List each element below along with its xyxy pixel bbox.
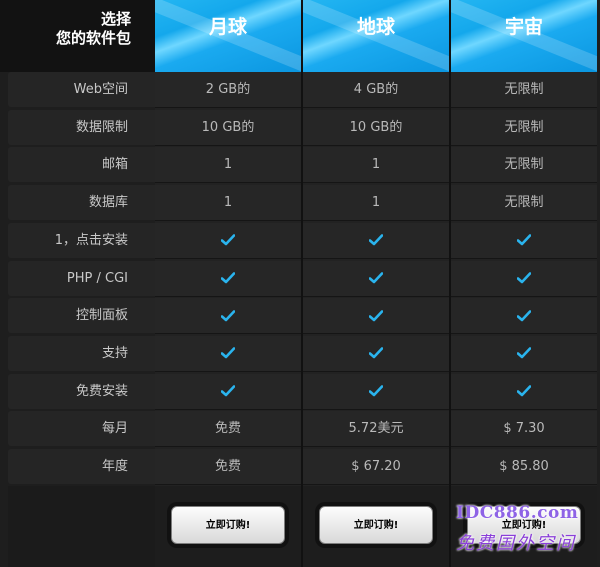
cell-moon: 免费 <box>155 449 301 485</box>
column-divider <box>301 0 303 567</box>
table-row: 数据库 1 1 无限制 <box>0 185 600 222</box>
plan-name: 宇宙 <box>504 16 543 38</box>
table-row: Web空间 2 GB的 4 GB的 无限制 <box>0 72 600 109</box>
table-row: 每月 免费 5.72美元 $ 7.30 <box>0 411 600 448</box>
plan-header-moon: 月球 <box>155 0 301 72</box>
cell-earth: 1 <box>303 185 449 222</box>
table-row: 年度 免费 $ 67.20 $ 85.80 <box>0 449 600 486</box>
checkmark-icon <box>221 385 235 397</box>
checkmark-icon <box>369 234 383 246</box>
cell-moon <box>155 260 301 297</box>
checkmark-icon <box>221 309 235 321</box>
cell-earth <box>303 335 449 372</box>
table-row: PHP / CGI <box>0 260 600 298</box>
table-heading: 选择 您的软件包 <box>0 0 155 72</box>
cell-universe <box>451 298 597 335</box>
feature-label: 每月 <box>8 411 155 447</box>
checkmark-icon <box>369 347 383 359</box>
cell-moon: 免费 <box>155 411 301 448</box>
table-row: 数据限制 10 GB的 10 GB的 无限制 <box>0 109 600 147</box>
cell-universe: 无限制 <box>451 185 597 222</box>
feature-label: 支持 <box>8 335 155 371</box>
cell-moon <box>155 298 301 335</box>
checkmark-icon <box>517 309 531 321</box>
feature-label: 数据限制 <box>8 109 155 145</box>
cell-earth: 1 <box>303 147 449 184</box>
checkmark-icon <box>517 234 531 246</box>
checkmark-icon <box>369 385 383 397</box>
checkmark-icon <box>369 272 383 284</box>
cell-universe <box>451 260 597 297</box>
feature-label: 邮箱 <box>8 147 155 183</box>
cell-moon <box>155 373 301 410</box>
table-row: 控制面板 <box>0 298 600 335</box>
checkmark-icon <box>221 234 235 246</box>
order-button-moon[interactable]: 立即订购! <box>171 506 285 544</box>
table-row: 1，点击安装 <box>0 222 600 260</box>
cell-earth: 5.72美元 <box>303 411 449 448</box>
heading-line-2: 您的软件包 <box>55 29 131 47</box>
cell-universe: 无限制 <box>451 72 597 108</box>
column-divider <box>449 0 451 567</box>
cell-moon: 1 <box>155 147 301 184</box>
cell-earth <box>303 260 449 297</box>
cell-universe: 无限制 <box>451 147 597 184</box>
plan-name: 地球 <box>356 16 395 38</box>
feature-label: 年度 <box>8 449 155 484</box>
feature-label: 控制面板 <box>8 298 155 334</box>
cell-earth <box>303 373 449 410</box>
order-button-earth[interactable]: 立即订购! <box>319 506 433 544</box>
heading-line-1: 选择 <box>100 10 131 28</box>
feature-label: 免费安装 <box>8 373 155 409</box>
checkmark-icon <box>221 272 235 284</box>
feature-label: 数据库 <box>8 185 155 221</box>
cell-universe: 无限制 <box>451 109 597 146</box>
order-button-universe[interactable]: 立即订购! <box>467 506 581 544</box>
cell-moon <box>155 222 301 259</box>
table-row: 免费安装 <box>0 373 600 411</box>
feature-label: 1，点击安装 <box>8 222 155 258</box>
cell-moon: 2 GB的 <box>155 72 301 108</box>
cell-moon: 10 GB的 <box>155 109 301 146</box>
plan-header-universe: 宇宙 <box>451 0 597 72</box>
cell-earth <box>303 298 449 335</box>
table-row: 邮箱 1 1 无限制 <box>0 147 600 184</box>
checkmark-icon <box>517 385 531 397</box>
cell-earth <box>303 222 449 259</box>
cell-moon <box>155 335 301 372</box>
cell-earth: 10 GB的 <box>303 109 449 146</box>
checkmark-icon <box>517 272 531 284</box>
plan-name: 月球 <box>208 16 247 38</box>
feature-label: PHP / CGI <box>8 260 155 296</box>
plan-header-earth: 地球 <box>303 0 449 72</box>
cell-universe <box>451 335 597 372</box>
cell-universe: $ 85.80 <box>451 449 597 485</box>
cell-universe <box>451 373 597 410</box>
checkmark-icon <box>369 309 383 321</box>
footer-spacer <box>8 486 155 567</box>
cell-moon: 1 <box>155 185 301 222</box>
cell-earth: $ 67.20 <box>303 449 449 485</box>
checkmark-icon <box>517 347 531 359</box>
cell-universe: $ 7.30 <box>451 411 597 448</box>
checkmark-icon <box>221 347 235 359</box>
feature-label: Web空间 <box>8 72 155 107</box>
table-row: 支持 <box>0 335 600 373</box>
cell-earth: 4 GB的 <box>303 72 449 108</box>
cell-universe <box>451 222 597 259</box>
pricing-table: 选择 您的软件包 月球 地球 宇宙 Web空间 2 GB的 4 GB的 无限制 数据限制… <box>0 0 600 567</box>
